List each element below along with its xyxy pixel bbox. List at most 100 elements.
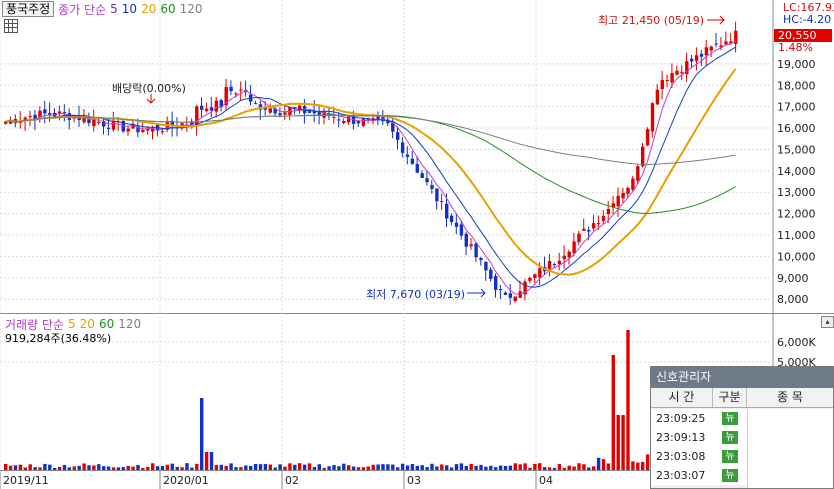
volume-bar bbox=[62, 464, 67, 470]
volume-bar bbox=[185, 463, 189, 470]
col-item[interactable]: 종 목 bbox=[747, 388, 833, 407]
volume-bar bbox=[440, 464, 444, 470]
price-tick-label: 12,000 bbox=[777, 208, 816, 221]
volume-bar bbox=[474, 465, 478, 470]
vol-ma120-label[interactable]: 120 bbox=[118, 317, 141, 331]
volume-bar bbox=[43, 463, 47, 470]
candle-body bbox=[572, 241, 576, 253]
volume-bar bbox=[258, 464, 263, 470]
x-tick-label: 02 bbox=[285, 474, 299, 487]
volume-bar bbox=[92, 465, 96, 470]
candle-body bbox=[587, 229, 591, 232]
candle-body bbox=[400, 142, 405, 153]
candle-body bbox=[562, 255, 566, 260]
ma60-label[interactable]: 60 bbox=[160, 2, 175, 16]
ma10-label[interactable]: 10 bbox=[122, 2, 137, 16]
volume-bar bbox=[567, 465, 571, 470]
volume-bar bbox=[621, 415, 625, 470]
volume-bar bbox=[253, 463, 258, 470]
candle-body bbox=[704, 47, 709, 56]
volume-bar bbox=[479, 464, 483, 470]
volume-bar bbox=[322, 467, 326, 470]
volume-bar bbox=[356, 467, 361, 470]
vol-ma60-label[interactable]: 60 bbox=[99, 317, 114, 331]
candle-body bbox=[204, 108, 209, 112]
volume-bar bbox=[435, 466, 439, 470]
candle-body bbox=[577, 233, 581, 243]
signal-table-header: 시 간 구분 종 목 bbox=[651, 388, 833, 408]
signal-row[interactable]: 23:09:13 뉴 bbox=[651, 428, 747, 447]
volume-bar bbox=[111, 467, 116, 470]
candle-body bbox=[494, 276, 498, 290]
candle-body bbox=[126, 128, 130, 132]
volume-bar bbox=[469, 463, 473, 470]
volume-bar bbox=[592, 466, 596, 470]
candle-body bbox=[347, 116, 351, 123]
volume-bar bbox=[102, 466, 106, 470]
collapse-icon[interactable]: ▴ bbox=[821, 316, 834, 328]
candle-body bbox=[454, 222, 459, 227]
volume-bar bbox=[547, 467, 552, 470]
stock-name-box[interactable]: 풍국주정 bbox=[2, 1, 55, 17]
candle-body bbox=[484, 261, 488, 271]
volume-bar bbox=[97, 464, 101, 470]
candle-body bbox=[111, 120, 116, 130]
vol-ma20-label[interactable]: 20 bbox=[80, 317, 95, 331]
candle-body bbox=[645, 129, 650, 146]
col-time[interactable]: 시 간 bbox=[651, 388, 713, 407]
candle-body bbox=[430, 185, 434, 189]
ma20-label[interactable]: 20 bbox=[141, 2, 156, 16]
ma120-label[interactable]: 120 bbox=[180, 2, 203, 16]
price-tick-label: 17,000 bbox=[777, 101, 816, 114]
candle-body bbox=[626, 187, 630, 194]
volume-bar bbox=[53, 467, 57, 470]
volume-bar bbox=[327, 466, 331, 470]
volume-bar bbox=[489, 465, 493, 470]
volume-bar bbox=[151, 463, 155, 470]
signal-row[interactable]: 23:09:25 뉴 bbox=[651, 409, 747, 428]
signal-row[interactable]: 23:03:07 뉴 bbox=[651, 466, 747, 485]
candle-body bbox=[410, 158, 415, 164]
vol-ma5-label[interactable]: 5 bbox=[68, 317, 76, 331]
volume-bar bbox=[347, 465, 351, 470]
candle-body bbox=[337, 119, 341, 121]
candle-body bbox=[601, 215, 606, 222]
volume-bar bbox=[415, 465, 419, 470]
volume-bar bbox=[23, 467, 27, 470]
volume-bar bbox=[165, 464, 170, 470]
volume-bar bbox=[288, 463, 292, 470]
col-type[interactable]: 구분 bbox=[713, 388, 747, 407]
volume-bar bbox=[28, 464, 32, 470]
signal-row[interactable]: 23:03:08 뉴 bbox=[651, 447, 747, 466]
volume-bar bbox=[498, 465, 503, 470]
volume-bar bbox=[278, 464, 282, 470]
volume-bar bbox=[459, 463, 464, 470]
signal-time: 23:03:08 bbox=[656, 450, 706, 463]
volume-bar bbox=[33, 467, 37, 470]
volume-bar bbox=[449, 467, 454, 470]
volume-bar bbox=[552, 467, 557, 470]
candle-body bbox=[440, 201, 444, 203]
volume-bar bbox=[641, 461, 645, 470]
candle-body bbox=[160, 131, 165, 133]
volume-bar bbox=[420, 465, 424, 470]
signal-manager-panel[interactable]: 신호관리자 시 간 구분 종 목 23:09:25 뉴 23:09:13 뉴 2… bbox=[650, 366, 834, 489]
volume-bar bbox=[48, 464, 52, 470]
grid-table-icon[interactable] bbox=[4, 19, 18, 33]
volume-bar bbox=[214, 465, 219, 470]
price-ma-label[interactable]: 종가 단순 bbox=[58, 1, 106, 18]
low-annotation: 최저 7,670 (03/19) bbox=[366, 288, 466, 301]
volume-bar bbox=[332, 465, 336, 470]
volume-bar bbox=[557, 464, 562, 470]
candle-body bbox=[518, 291, 522, 298]
volume-bar bbox=[596, 457, 601, 470]
volume-bar bbox=[386, 464, 390, 470]
ma5-label[interactable]: 5 bbox=[110, 2, 118, 16]
signal-panel-title[interactable]: 신호관리자 bbox=[651, 367, 833, 388]
candle-body bbox=[28, 116, 32, 118]
volume-bar bbox=[631, 461, 635, 470]
price-tick-label: 9,000 bbox=[777, 272, 809, 285]
candle-body bbox=[592, 223, 596, 229]
candle-body bbox=[709, 46, 713, 51]
volume-bar bbox=[224, 465, 228, 470]
